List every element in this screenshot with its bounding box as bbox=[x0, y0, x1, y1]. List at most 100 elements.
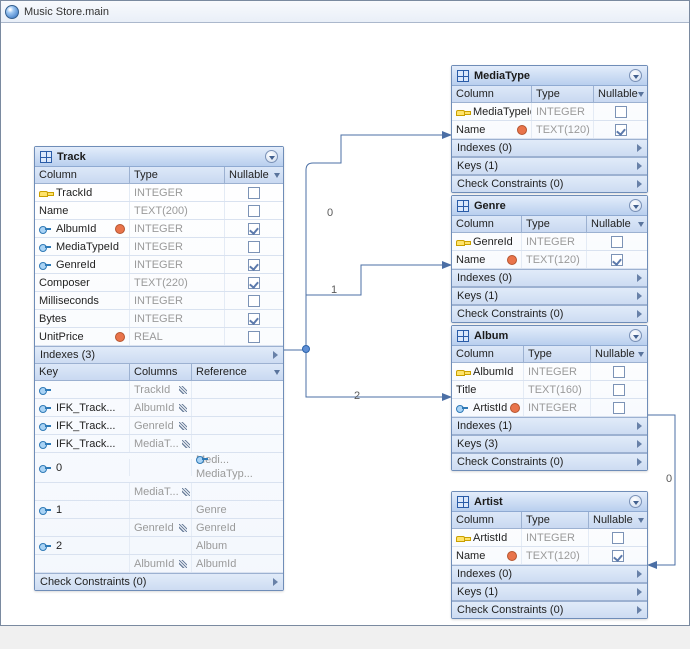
nullable-checkbox[interactable] bbox=[248, 205, 260, 217]
drag-handle-icon[interactable] bbox=[182, 440, 190, 448]
nullable-checkbox[interactable] bbox=[613, 384, 625, 396]
column-row[interactable]: NameTEXT(120) bbox=[452, 547, 647, 565]
column-row[interactable]: NameTEXT(120) bbox=[452, 251, 647, 269]
column-row[interactable]: NameTEXT(200) bbox=[35, 202, 283, 220]
col-header-type[interactable]: Type bbox=[532, 86, 594, 102]
column-row[interactable]: MillisecondsINTEGER bbox=[35, 292, 283, 310]
column-row[interactable]: ArtistIdINTEGER bbox=[452, 399, 647, 417]
nullable-checkbox[interactable] bbox=[248, 259, 260, 271]
col-header-column[interactable]: Column bbox=[452, 86, 532, 102]
table-menu-button[interactable] bbox=[265, 150, 278, 163]
diagram-canvas[interactable]: 0 1 2 0 Track Column Type Nullable Track… bbox=[1, 23, 689, 625]
col-header-column[interactable]: Column bbox=[35, 167, 130, 183]
table-menu-button[interactable] bbox=[629, 69, 642, 82]
column-row[interactable]: ArtistIdINTEGER bbox=[452, 529, 647, 547]
table-mediatype[interactable]: MediaType Column Type Nullable MediaType… bbox=[451, 65, 648, 193]
drag-handle-icon[interactable] bbox=[179, 404, 187, 412]
nullable-checkbox[interactable] bbox=[612, 532, 624, 544]
nullable-checkbox[interactable] bbox=[613, 402, 625, 414]
nullable-checkbox[interactable] bbox=[248, 241, 260, 253]
section-check[interactable]: Check Constraints (0) bbox=[35, 573, 283, 590]
drag-handle-icon[interactable] bbox=[179, 560, 187, 568]
col-header-type[interactable]: Type bbox=[522, 512, 589, 528]
column-row[interactable]: MediaTypeIdINTEGER bbox=[35, 238, 283, 256]
key-row[interactable]: 0 Medi...MediaTyp... bbox=[35, 453, 283, 483]
column-row[interactable]: BytesINTEGER bbox=[35, 310, 283, 328]
key-row[interactable]: AlbumIdAlbumId bbox=[35, 555, 283, 573]
section-check[interactable]: Check Constraints (0) bbox=[452, 601, 647, 618]
section-check[interactable]: Check Constraints (0) bbox=[452, 175, 647, 192]
nullable-checkbox[interactable] bbox=[613, 366, 625, 378]
column-row[interactable]: MediaTypeIdINTEGER bbox=[452, 103, 647, 121]
table-header[interactable]: Artist bbox=[452, 492, 647, 512]
key-row[interactable]: IFK_Track...AlbumId bbox=[35, 399, 283, 417]
nullable-checkbox[interactable] bbox=[248, 295, 260, 307]
table-header[interactable]: Track bbox=[35, 147, 283, 167]
nullable-checkbox[interactable] bbox=[248, 223, 260, 235]
section-keys[interactable]: Keys (1) bbox=[452, 583, 647, 601]
section-indexes[interactable]: Indexes (0) bbox=[452, 139, 647, 157]
drag-handle-icon[interactable] bbox=[179, 524, 187, 532]
column-row[interactable]: GenreIdINTEGER bbox=[35, 256, 283, 274]
key-row[interactable]: 1Genre bbox=[35, 501, 283, 519]
drag-handle-icon[interactable] bbox=[179, 422, 187, 430]
column-row[interactable]: NameTEXT(120) bbox=[452, 121, 647, 139]
section-indexes[interactable]: Indexes (3) bbox=[35, 346, 283, 364]
key-row[interactable]: IFK_Track...GenreId bbox=[35, 417, 283, 435]
col-header-nullable[interactable]: Nullable bbox=[594, 86, 647, 102]
section-check[interactable]: Check Constraints (0) bbox=[452, 453, 647, 470]
col-header-key[interactable]: Key bbox=[35, 364, 130, 380]
column-row[interactable]: TitleTEXT(160) bbox=[452, 381, 647, 399]
col-header-column[interactable]: Column bbox=[452, 216, 522, 232]
col-header-nullable[interactable]: Nullable bbox=[591, 346, 647, 362]
nullable-checkbox[interactable] bbox=[248, 331, 260, 343]
table-menu-button[interactable] bbox=[629, 329, 642, 342]
table-header[interactable]: Genre bbox=[452, 196, 647, 216]
table-album[interactable]: Album Column Type Nullable AlbumIdINTEGE… bbox=[451, 325, 648, 471]
col-header-column[interactable]: Column bbox=[452, 346, 524, 362]
column-row[interactable]: ComposerTEXT(220) bbox=[35, 274, 283, 292]
section-check[interactable]: Check Constraints (0) bbox=[452, 305, 647, 322]
column-row[interactable]: GenreIdINTEGER bbox=[452, 233, 647, 251]
col-header-nullable[interactable]: Nullable bbox=[587, 216, 647, 232]
nullable-checkbox[interactable] bbox=[611, 236, 623, 248]
table-menu-button[interactable] bbox=[629, 199, 642, 212]
drag-handle-icon[interactable] bbox=[182, 488, 190, 496]
nullable-checkbox[interactable] bbox=[615, 106, 627, 118]
drag-handle-icon[interactable] bbox=[179, 386, 187, 394]
nullable-checkbox[interactable] bbox=[248, 313, 260, 325]
col-header-type[interactable]: Type bbox=[130, 167, 225, 183]
key-row[interactable]: IFK_Track...MediaT... bbox=[35, 435, 283, 453]
table-menu-button[interactable] bbox=[629, 495, 642, 508]
col-header-nullable[interactable]: Nullable bbox=[225, 167, 283, 183]
table-genre[interactable]: Genre Column Type Nullable GenreIdINTEGE… bbox=[451, 195, 648, 323]
key-row[interactable]: 2Album bbox=[35, 537, 283, 555]
table-header[interactable]: Album bbox=[452, 326, 647, 346]
section-indexes[interactable]: Indexes (1) bbox=[452, 417, 647, 435]
column-row[interactable]: AlbumIdINTEGER bbox=[452, 363, 647, 381]
section-keys[interactable]: Keys (3) bbox=[452, 435, 647, 453]
key-row[interactable]: TrackId bbox=[35, 381, 283, 399]
nullable-checkbox[interactable] bbox=[612, 550, 624, 562]
titlebar[interactable]: Music Store.main bbox=[1, 1, 689, 23]
key-row[interactable]: GenreIdGenreId bbox=[35, 519, 283, 537]
section-keys[interactable]: Keys (1) bbox=[452, 157, 647, 175]
col-header-column[interactable]: Column bbox=[452, 512, 522, 528]
section-indexes[interactable]: Indexes (0) bbox=[452, 565, 647, 583]
nullable-checkbox[interactable] bbox=[611, 254, 623, 266]
column-row[interactable]: UnitPriceREAL bbox=[35, 328, 283, 346]
col-header-reference[interactable]: Reference bbox=[192, 364, 283, 380]
nullable-checkbox[interactable] bbox=[248, 277, 260, 289]
key-row[interactable]: MediaT... bbox=[35, 483, 283, 501]
nullable-checkbox[interactable] bbox=[248, 187, 260, 199]
table-artist[interactable]: Artist Column Type Nullable ArtistIdINTE… bbox=[451, 491, 648, 619]
column-row[interactable]: AlbumIdINTEGER bbox=[35, 220, 283, 238]
col-header-type[interactable]: Type bbox=[524, 346, 591, 362]
table-header[interactable]: MediaType bbox=[452, 66, 647, 86]
nullable-checkbox[interactable] bbox=[615, 124, 627, 136]
col-header-type[interactable]: Type bbox=[522, 216, 587, 232]
col-header-nullable[interactable]: Nullable bbox=[589, 512, 647, 528]
table-track[interactable]: Track Column Type Nullable TrackIdINTEGE… bbox=[34, 146, 284, 591]
section-indexes[interactable]: Indexes (0) bbox=[452, 269, 647, 287]
section-keys[interactable]: Keys (1) bbox=[452, 287, 647, 305]
